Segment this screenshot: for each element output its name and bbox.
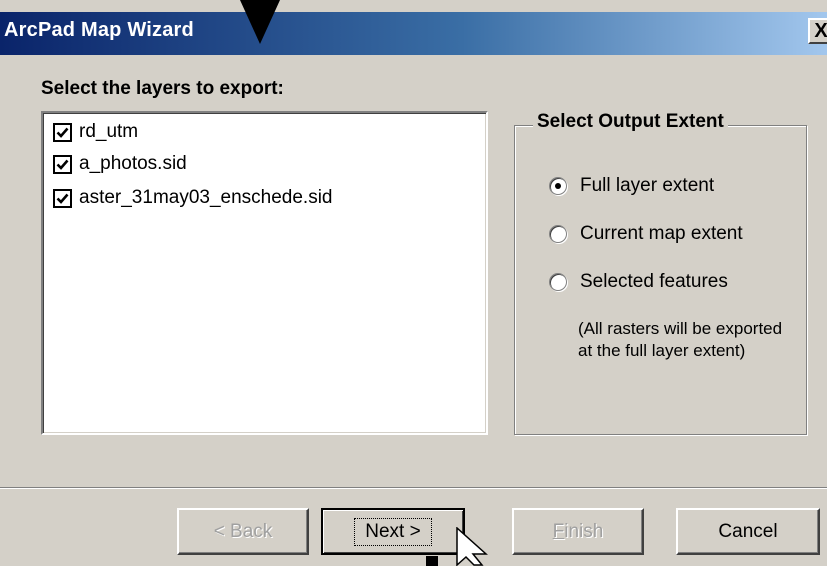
- radio-button[interactable]: [549, 177, 567, 195]
- layer-list[interactable]: rd_utm a_photos.sid aster_31may03_ensche…: [41, 111, 488, 435]
- layer-label: rd_utm: [79, 121, 139, 142]
- layers-heading: Select the layers to export:: [41, 78, 284, 99]
- radio-label: Full layer extent: [580, 175, 715, 196]
- finish-mnemonic: F: [552, 520, 565, 542]
- arrow-pointer-icon: [426, 556, 438, 566]
- layer-item[interactable]: rd_utm: [53, 119, 138, 145]
- arrow-pointer-icon: [240, 0, 280, 44]
- output-extent-legend: Select Output Extent: [533, 111, 728, 133]
- cancel-button-label: Cancel: [718, 520, 778, 542]
- layer-checkbox[interactable]: [53, 154, 72, 174]
- layer-label: a_photos.sid: [79, 153, 187, 174]
- close-button[interactable]: X: [808, 18, 827, 44]
- layer-label: aster_31may03_enschede.sid: [79, 187, 333, 208]
- radio-label: Selected features: [580, 271, 728, 292]
- map-wizard-dialog: ArcPad Map Wizard X Select the layers to…: [0, 0, 827, 566]
- finish-label-rest: inish: [564, 520, 604, 542]
- check-icon: [56, 159, 69, 170]
- radio-label: Current map extent: [580, 223, 743, 244]
- check-icon: [56, 127, 69, 138]
- layer-checkbox[interactable]: [53, 188, 72, 208]
- next-button-label: Next >: [354, 517, 432, 546]
- radio-dot-icon: [555, 183, 561, 189]
- button-separator: [0, 487, 827, 489]
- layer-item[interactable]: aster_31may03_enschede.sid: [53, 185, 333, 211]
- cancel-button[interactable]: Cancel: [676, 508, 820, 555]
- layer-item[interactable]: a_photos.sid: [53, 151, 187, 177]
- radio-full-layer-extent[interactable]: Full layer extent: [549, 173, 714, 199]
- finish-button[interactable]: Finish: [512, 508, 644, 555]
- check-icon: [56, 193, 69, 204]
- raster-extent-note: (All rasters will be exported at the ful…: [578, 319, 783, 360]
- radio-button[interactable]: [549, 273, 567, 291]
- back-button-label: < Back: [213, 520, 273, 542]
- window-title: ArcPad Map Wizard: [4, 19, 194, 41]
- radio-button[interactable]: [549, 225, 567, 243]
- layer-checkbox[interactable]: [53, 122, 72, 142]
- title-bar[interactable]: ArcPad Map Wizard X: [0, 12, 827, 55]
- next-button[interactable]: Next >: [321, 508, 465, 555]
- back-button[interactable]: < Back: [177, 508, 309, 555]
- mouse-cursor-icon: [456, 527, 488, 566]
- close-icon: X: [814, 20, 827, 42]
- finish-button-label: Finish: [553, 521, 604, 543]
- radio-selected-features[interactable]: Selected features: [549, 269, 728, 295]
- radio-current-map-extent[interactable]: Current map extent: [549, 221, 743, 247]
